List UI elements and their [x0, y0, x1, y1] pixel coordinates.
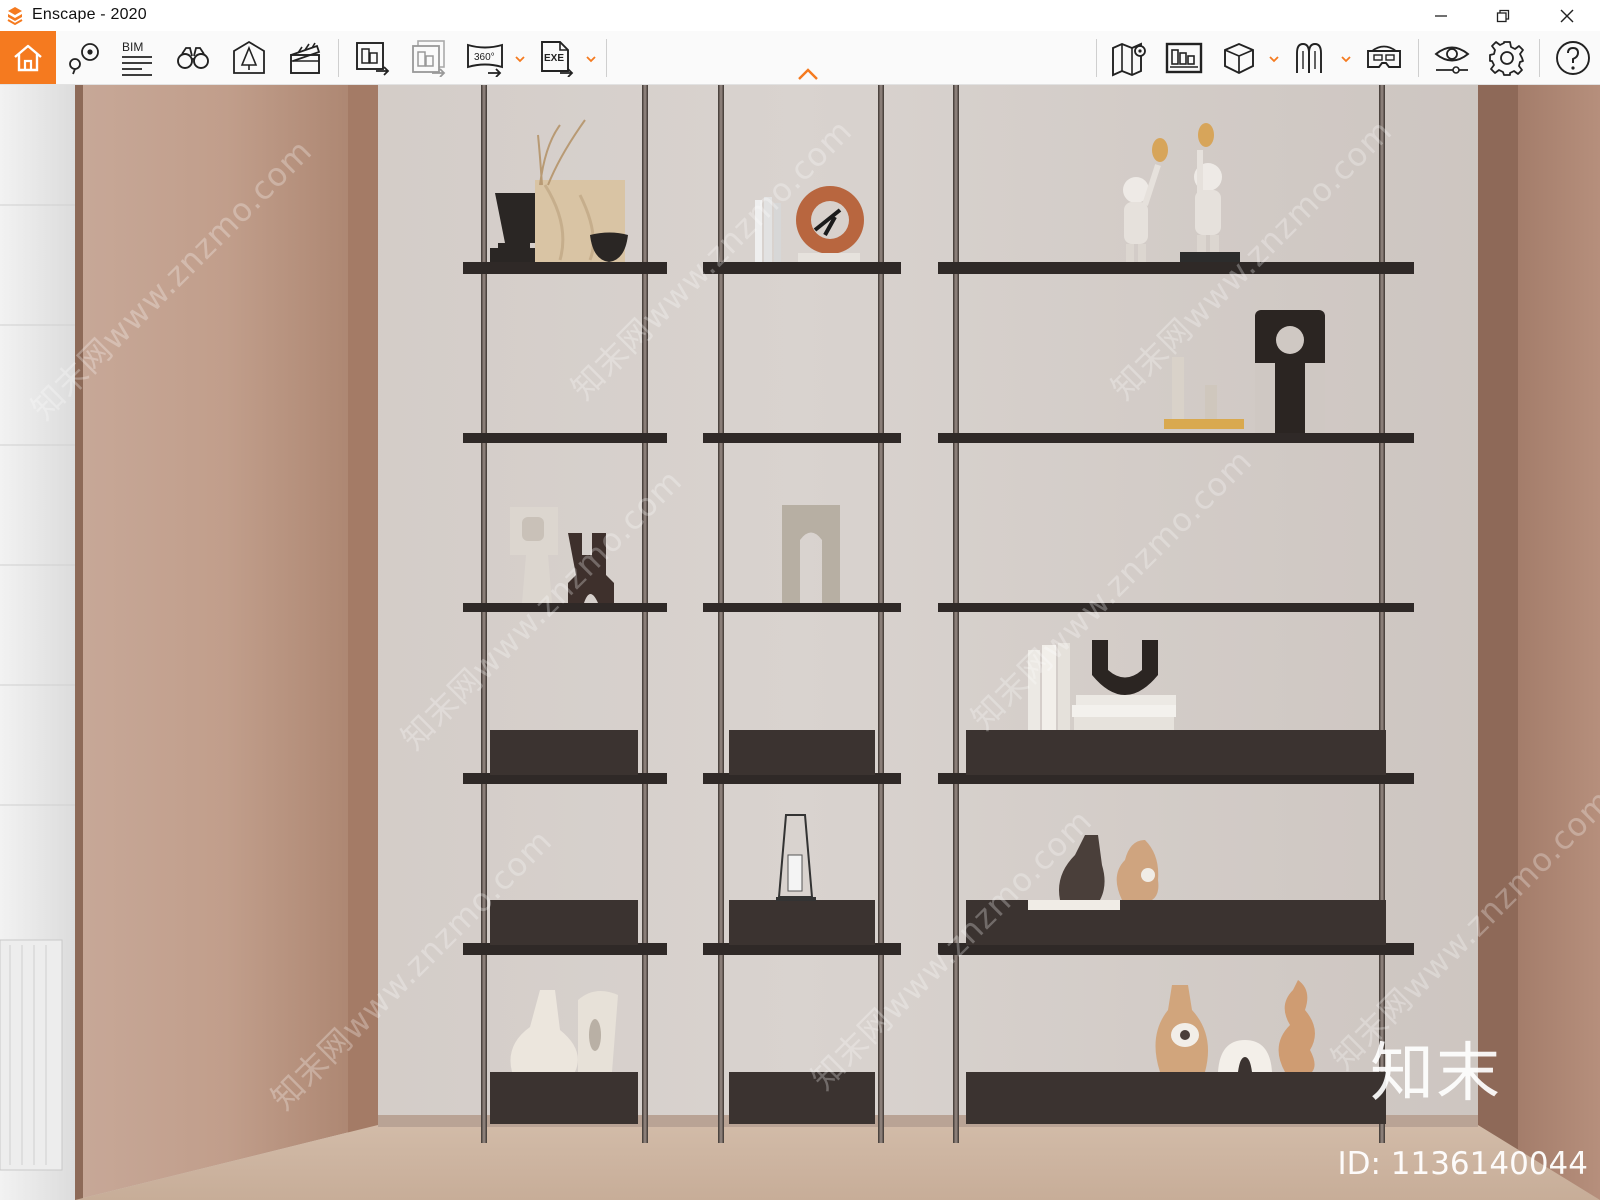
minimize-button[interactable] [1418, 0, 1464, 31]
visual-settings-button[interactable] [228, 37, 270, 79]
toolbar-separator [606, 39, 607, 77]
exe-export-icon: EXE [541, 41, 574, 77]
render-360-dropdown[interactable] [514, 52, 526, 64]
vr-headset-icon [1367, 45, 1401, 68]
toolbar-separator [1418, 39, 1419, 77]
render-viewport[interactable]: 知末网www.znzmo.com 知末网www.znzmo.com 知末网www… [0, 85, 1600, 1200]
batch-render-button[interactable] [408, 37, 450, 79]
settings-button[interactable] [1486, 37, 1528, 79]
cube-icon [1224, 42, 1254, 75]
enscape-logo-icon [5, 6, 25, 26]
render-image-icon [356, 42, 390, 76]
toolbar-separator [338, 39, 339, 77]
help-button[interactable] [1552, 37, 1594, 79]
watermark-logo: 知末 [1370, 1037, 1502, 1111]
bim-label: BIM [122, 40, 143, 54]
minimize-icon [1435, 14, 1447, 17]
export-exe-dropdown[interactable] [585, 52, 597, 64]
panorama-360-label: 360° [474, 52, 495, 63]
batch-render-icon [412, 40, 446, 77]
chevron-down-icon [586, 56, 596, 63]
radiator [0, 939, 63, 1171]
restore-icon [1496, 9, 1510, 22]
export-exe-button[interactable]: EXE [536, 37, 578, 79]
house-outline-icon [233, 40, 265, 74]
eye-icon [1434, 46, 1470, 74]
material-dropdown[interactable] [1340, 52, 1352, 64]
bim-icon: BIM [122, 40, 152, 76]
visibility-button[interactable] [1431, 37, 1473, 79]
vr-headset-button[interactable] [1363, 37, 1405, 79]
toolbar-separator [1539, 39, 1540, 77]
gallery-button[interactable] [1163, 37, 1205, 79]
home-button[interactable] [0, 31, 56, 84]
material-button[interactable] [1290, 37, 1332, 79]
help-icon [1556, 41, 1590, 75]
gallery-icon [1165, 42, 1203, 74]
map-icon [1112, 42, 1146, 77]
panorama-360-icon: 360° [467, 43, 503, 77]
map-button[interactable] [1108, 37, 1150, 79]
asset-library-dropdown[interactable] [1268, 52, 1280, 64]
close-icon [1560, 9, 1574, 22]
location-pin-icon [69, 43, 99, 75]
chevron-up-icon [798, 68, 818, 80]
bim-button[interactable]: BIM [116, 37, 158, 79]
restore-button[interactable] [1480, 0, 1526, 31]
binoculars-icon [177, 47, 209, 69]
collapse-toolbar-button[interactable] [797, 67, 819, 81]
chevron-down-icon [515, 56, 525, 63]
asset-library-button[interactable] [1218, 37, 1260, 79]
render-360-button[interactable]: 360° [464, 37, 506, 79]
clapperboard-icon [290, 42, 321, 74]
watermark-image-id: ID: 1136140044 [1337, 1146, 1588, 1182]
view-management-button[interactable] [62, 37, 104, 79]
window-title: Enscape - 2020 [32, 6, 147, 23]
totem-sculpture [1255, 310, 1325, 433]
render-image-button[interactable] [352, 37, 394, 79]
material-icon [1296, 43, 1322, 73]
home-icon [14, 44, 42, 71]
video-editor-button[interactable] [284, 37, 326, 79]
title-bar: Enscape - 2020 [0, 0, 1600, 31]
close-button[interactable] [1544, 0, 1590, 31]
chevron-down-icon [1269, 56, 1279, 63]
toolbar-separator [1096, 39, 1097, 77]
gear-icon [1489, 41, 1524, 76]
chevron-down-icon [1341, 56, 1351, 63]
exe-label: EXE [544, 53, 564, 64]
walk-mode-button[interactable] [172, 37, 214, 79]
